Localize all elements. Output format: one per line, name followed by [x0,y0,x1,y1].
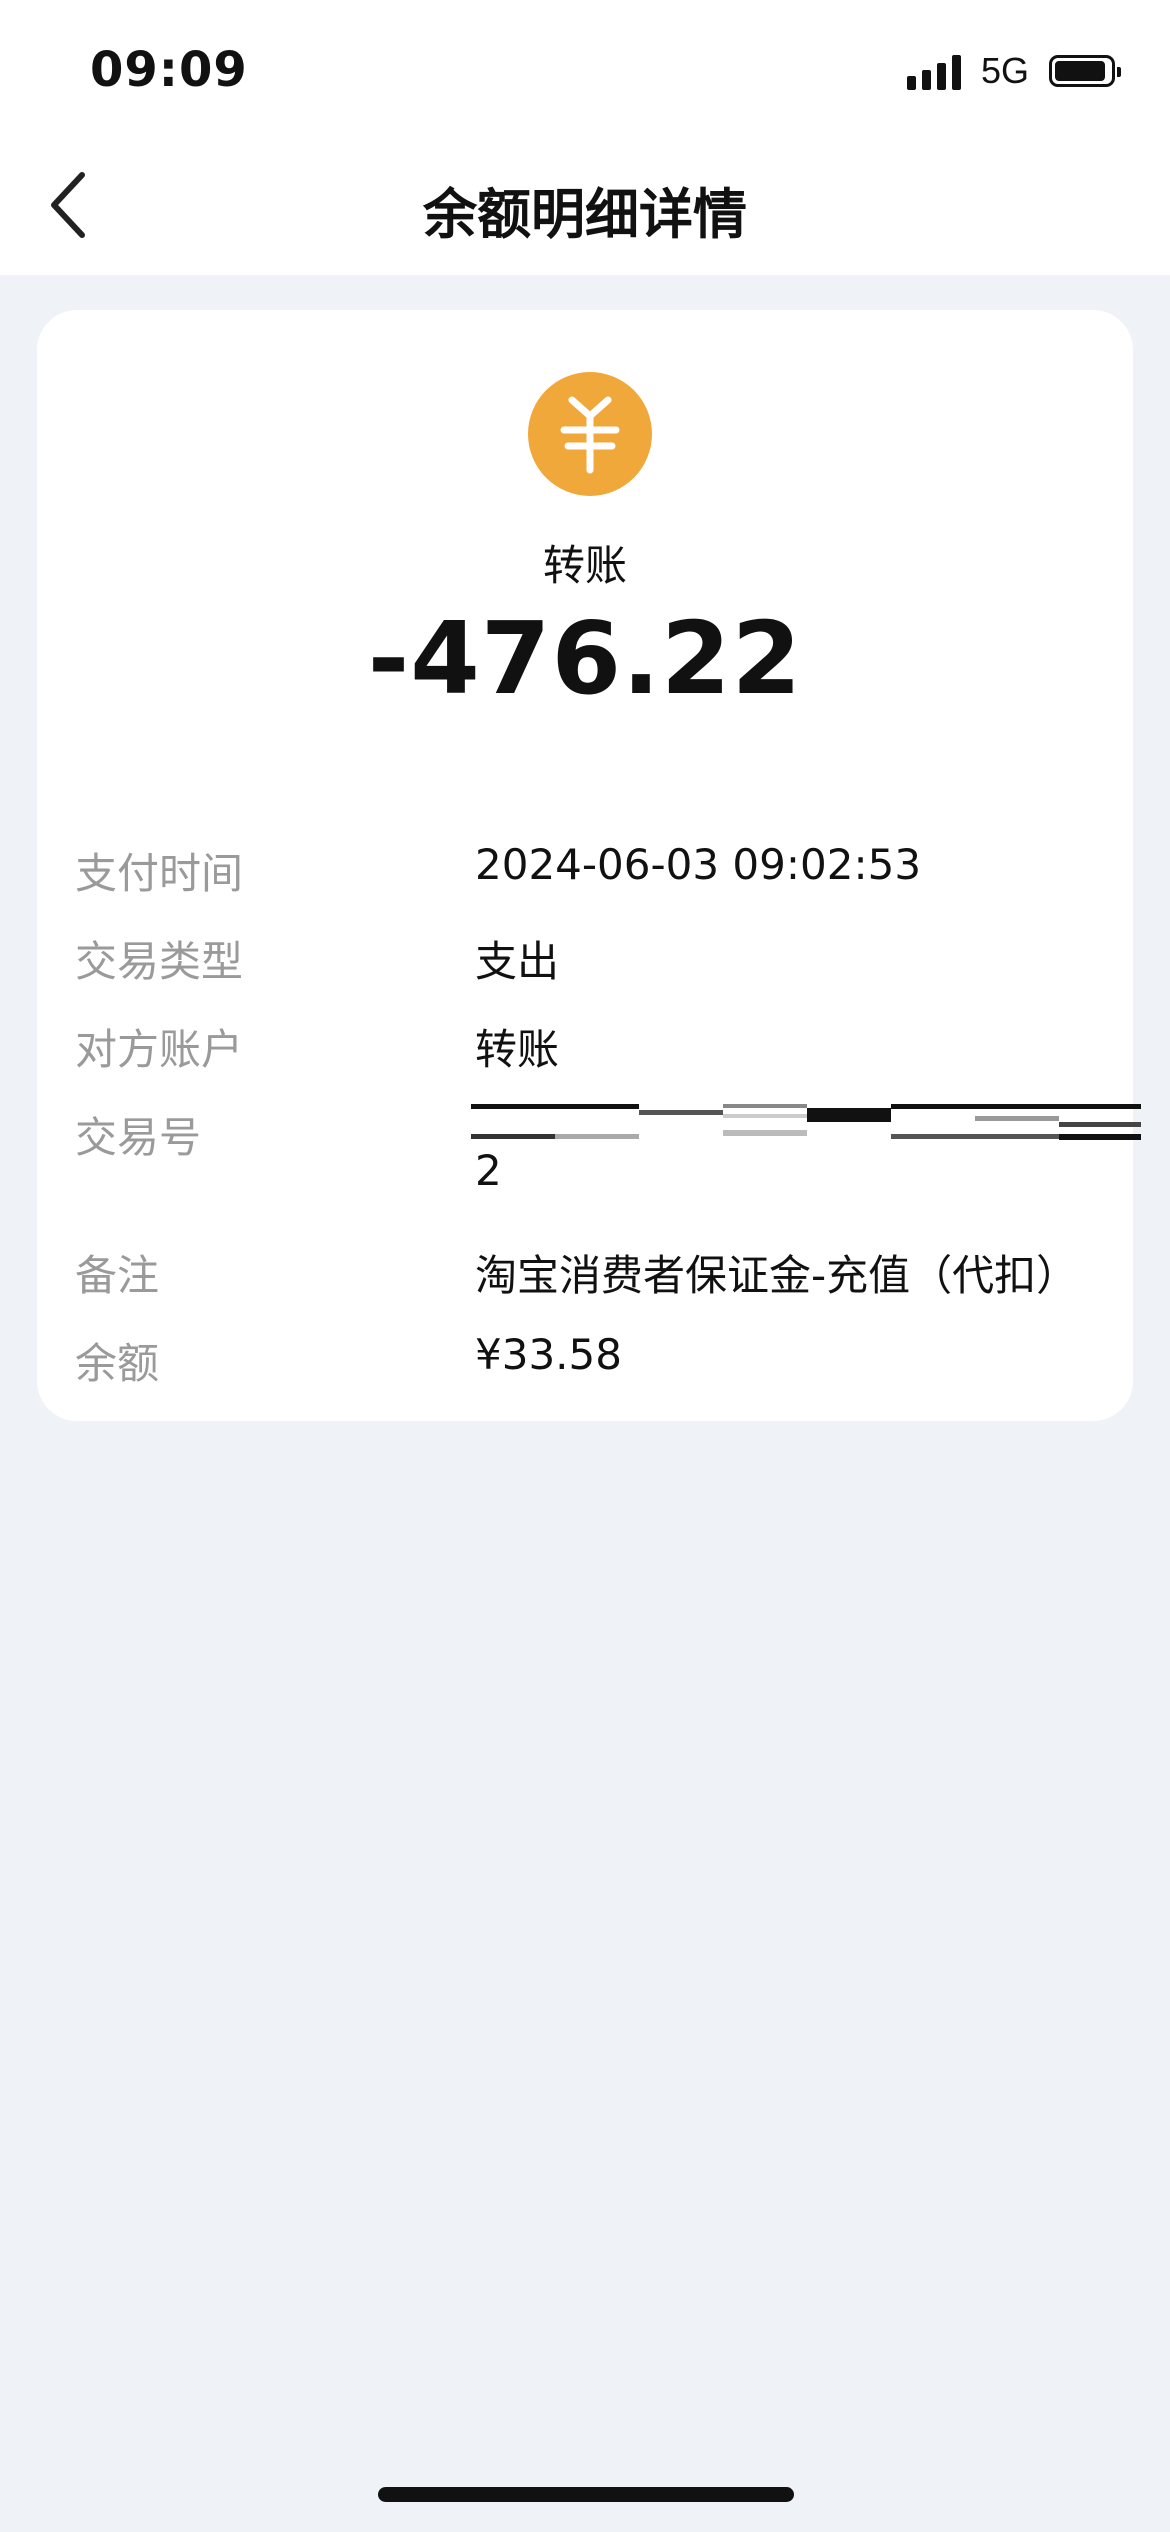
detail-value: 淘宝消费者保证金-充值（代扣） [475,1251,1079,1300]
detail-value: 2024-06-03 09:02:53 [475,840,922,889]
detail-value: 支出 [475,937,560,986]
cellular-signal-icon [906,52,961,90]
network-type: 5G [980,50,1029,91]
detail-value: ¥33.58 [475,1330,622,1379]
status-bar: 09:09 5G [0,0,1170,140]
nav-bar: 余额明细详情 [0,140,1170,275]
page-title: 余额明细详情 [423,183,747,246]
status-time: 09:09 [90,42,248,98]
detail-label: 余额 [75,1339,160,1388]
status-indicators: 5G [906,50,1121,92]
yuan-coin-icon [528,372,652,496]
transaction-type-title: 转账 [542,541,627,590]
detail-label: 对方账户 [75,1025,244,1074]
battery-icon [1049,55,1121,87]
transaction-detail-card: 转账 -476.22 支付时间 2024-06-03 09:02:53 交易类型… [37,310,1141,1421]
detail-label: 交易类型 [75,937,244,986]
home-indicator[interactable] [378,2487,794,2502]
transaction-id-value: 2 [475,1146,502,1195]
transaction-id-redacted[interactable] [471,1104,1141,1148]
detail-label: 备注 [75,1251,160,1300]
detail-value: 转账 [475,1025,560,1074]
detail-label: 交易号 [75,1113,202,1162]
detail-label: 支付时间 [75,849,244,898]
transaction-amount: -476.22 [367,600,803,717]
